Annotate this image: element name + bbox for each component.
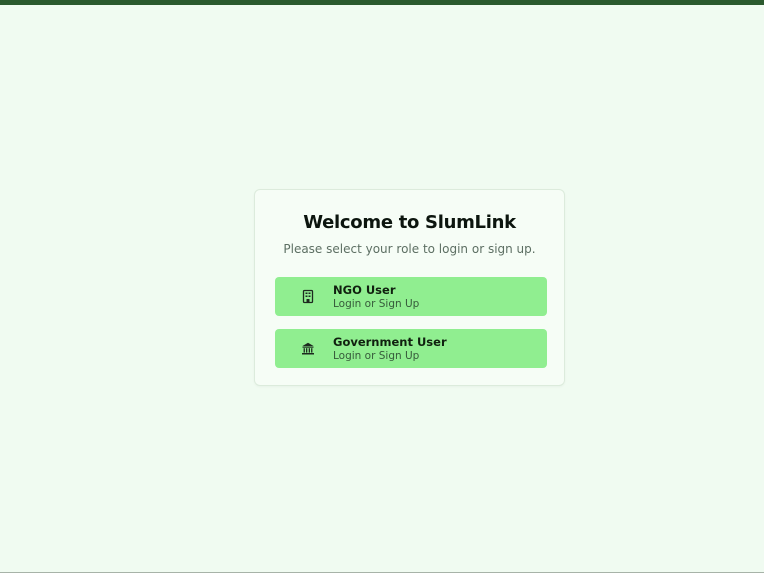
government-user-action: Login or Sign Up <box>333 350 420 362</box>
role-selection-card: Welcome to SlumLink Please select your r… <box>254 189 565 386</box>
ngo-user-button[interactable]: NGO User Login or Sign Up <box>275 277 547 316</box>
bank-icon <box>301 341 315 356</box>
page-subtitle: Please select your role to login or sign… <box>283 242 536 256</box>
ngo-user-action: Login or Sign Up <box>333 298 420 310</box>
building-icon <box>301 289 315 304</box>
page-title: Welcome to SlumLink <box>303 212 516 233</box>
top-accent-bar <box>0 0 764 5</box>
government-user-label: Government User <box>333 335 447 349</box>
government-user-button[interactable]: Government User Login or Sign Up <box>275 329 547 368</box>
ngo-user-label: NGO User <box>333 283 396 297</box>
